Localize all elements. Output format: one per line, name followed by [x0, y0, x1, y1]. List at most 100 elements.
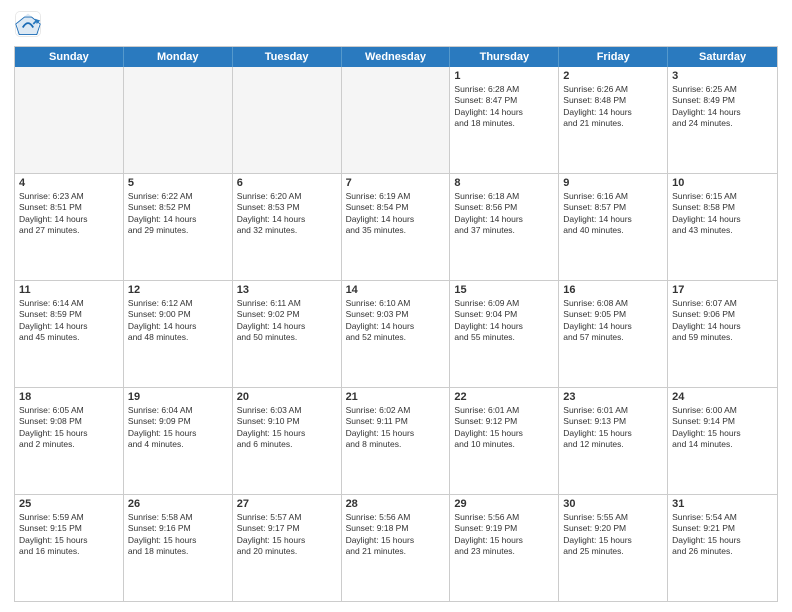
day-info: Sunrise: 5:55 AM Sunset: 9:20 PM Dayligh… [563, 512, 663, 558]
day-number: 16 [563, 284, 663, 296]
cal-cell: 29 Sunrise: 5:56 AM Sunset: 9:19 PM Dayli… [450, 495, 559, 601]
cal-row-4: 18 Sunrise: 6:05 AM Sunset: 9:08 PM Dayli… [15, 388, 777, 495]
day-info: Sunrise: 5:58 AM Sunset: 9:16 PM Dayligh… [128, 512, 228, 558]
day-info: Sunrise: 6:12 AM Sunset: 9:00 PM Dayligh… [128, 298, 228, 344]
cal-cell: 21 Sunrise: 6:02 AM Sunset: 9:11 PM Dayli… [342, 388, 451, 494]
cal-cell: 19Sunrise: 6:04 AM Sunset: 9:09 PM Dayli… [124, 388, 233, 494]
cal-cell: 26 Sunrise: 5:58 AM Sunset: 9:16 PM Dayli… [124, 495, 233, 601]
header-cell-friday: Friday [559, 47, 668, 67]
header-cell-tuesday: Tuesday [233, 47, 342, 67]
day-number: 17 [672, 284, 773, 296]
day-info: Sunrise: 6:10 AM Sunset: 9:03 PM Dayligh… [346, 298, 446, 344]
cal-row-2: 4 Sunrise: 6:23 AM Sunset: 8:51 PM Daylig… [15, 174, 777, 281]
day-number: 26 [128, 498, 228, 510]
day-number: 23 [563, 391, 663, 403]
header [14, 10, 778, 38]
header-cell-sunday: Sunday [15, 47, 124, 67]
cal-cell: 4 Sunrise: 6:23 AM Sunset: 8:51 PM Daylig… [15, 174, 124, 280]
day-info: Sunrise: 6:14 AM Sunset: 8:59 PM Dayligh… [19, 298, 119, 344]
header-cell-thursday: Thursday [450, 47, 559, 67]
day-number: 8 [454, 177, 554, 189]
cal-cell: 7 Sunrise: 6:19 AM Sunset: 8:54 PM Daylig… [342, 174, 451, 280]
cal-cell: 27 Sunrise: 5:57 AM Sunset: 9:17 PM Dayli… [233, 495, 342, 601]
cal-cell: 30 Sunrise: 5:55 AM Sunset: 9:20 PM Dayli… [559, 495, 668, 601]
day-info: Sunrise: 6:09 AM Sunset: 9:04 PM Dayligh… [454, 298, 554, 344]
cal-cell: 28 Sunrise: 5:56 AM Sunset: 9:18 PM Dayli… [342, 495, 451, 601]
day-info: Sunrise: 6:15 AM Sunset: 8:58 PM Dayligh… [672, 191, 773, 237]
cal-cell: 8 Sunrise: 6:18 AM Sunset: 8:56 PM Daylig… [450, 174, 559, 280]
day-number: 12 [128, 284, 228, 296]
day-number: 4 [19, 177, 119, 189]
cal-cell: 2 Sunrise: 6:26 AM Sunset: 8:48 PM Daylig… [559, 67, 668, 173]
cal-cell: 10 Sunrise: 6:15 AM Sunset: 8:58 PM Dayli… [668, 174, 777, 280]
day-number: 5 [128, 177, 228, 189]
day-info: Sunrise: 5:54 AM Sunset: 9:21 PM Dayligh… [672, 512, 773, 558]
day-number: 10 [672, 177, 773, 189]
page: SundayMondayTuesdayWednesdayThursdayFrid… [0, 0, 792, 612]
day-number: 30 [563, 498, 663, 510]
day-number: 3 [672, 70, 773, 82]
day-number: 18 [19, 391, 119, 403]
cal-cell [233, 67, 342, 173]
day-number: 29 [454, 498, 554, 510]
day-number: 9 [563, 177, 663, 189]
day-info: Sunrise: 6:20 AM Sunset: 8:53 PM Dayligh… [237, 191, 337, 237]
cal-cell: 18 Sunrise: 6:05 AM Sunset: 9:08 PM Dayli… [15, 388, 124, 494]
day-info: Sunrise: 6:01 AM Sunset: 9:13 PM Dayligh… [563, 405, 663, 451]
day-info: Sunrise: 6:19 AM Sunset: 8:54 PM Dayligh… [346, 191, 446, 237]
calendar-header: SundayMondayTuesdayWednesdayThursdayFrid… [15, 47, 777, 67]
day-info: Sunrise: 6:28 AM Sunset: 8:47 PM Dayligh… [454, 84, 554, 130]
cal-cell: 23 Sunrise: 6:01 AM Sunset: 9:13 PM Dayli… [559, 388, 668, 494]
day-info: Sunrise: 6:23 AM Sunset: 8:51 PM Dayligh… [19, 191, 119, 237]
day-info: Sunrise: 6:08 AM Sunset: 9:05 PM Dayligh… [563, 298, 663, 344]
day-info: Sunrise: 5:56 AM Sunset: 9:18 PM Dayligh… [346, 512, 446, 558]
day-number: 28 [346, 498, 446, 510]
day-info: Sunrise: 5:57 AM Sunset: 9:17 PM Dayligh… [237, 512, 337, 558]
day-info: Sunrise: 6:22 AM Sunset: 8:52 PM Dayligh… [128, 191, 228, 237]
day-info: Sunrise: 6:05 AM Sunset: 9:08 PM Dayligh… [19, 405, 119, 451]
cal-cell: 25Sunrise: 5:59 AM Sunset: 9:15 PM Dayli… [15, 495, 124, 601]
day-number: 14 [346, 284, 446, 296]
cal-cell: 17 Sunrise: 6:07 AM Sunset: 9:06 PM Dayli… [668, 281, 777, 387]
day-number: 31 [672, 498, 773, 510]
day-info: Sunrise: 6:26 AM Sunset: 8:48 PM Dayligh… [563, 84, 663, 130]
cal-row-5: 25Sunrise: 5:59 AM Sunset: 9:15 PM Dayli… [15, 495, 777, 601]
cal-cell: 24 Sunrise: 6:00 AM Sunset: 9:14 PM Dayli… [668, 388, 777, 494]
cal-cell [342, 67, 451, 173]
day-number: 15 [454, 284, 554, 296]
cal-cell: 22 Sunrise: 6:01 AM Sunset: 9:12 PM Dayli… [450, 388, 559, 494]
day-info: Sunrise: 5:56 AM Sunset: 9:19 PM Dayligh… [454, 512, 554, 558]
cal-cell: 31 Sunrise: 5:54 AM Sunset: 9:21 PM Dayli… [668, 495, 777, 601]
cal-cell: 13Sunrise: 6:11 AM Sunset: 9:02 PM Dayli… [233, 281, 342, 387]
day-info: Sunrise: 6:02 AM Sunset: 9:11 PM Dayligh… [346, 405, 446, 451]
day-info: Sunrise: 5:59 AM Sunset: 9:15 PM Dayligh… [19, 512, 119, 558]
cal-cell: 16 Sunrise: 6:08 AM Sunset: 9:05 PM Dayli… [559, 281, 668, 387]
day-info: Sunrise: 6:07 AM Sunset: 9:06 PM Dayligh… [672, 298, 773, 344]
day-info: Sunrise: 6:11 AM Sunset: 9:02 PM Dayligh… [237, 298, 337, 344]
cal-row-1: 1Sunrise: 6:28 AM Sunset: 8:47 PM Daylig… [15, 67, 777, 174]
day-number: 27 [237, 498, 337, 510]
cal-cell: 12 Sunrise: 6:12 AM Sunset: 9:00 PM Dayli… [124, 281, 233, 387]
day-info: Sunrise: 6:16 AM Sunset: 8:57 PM Dayligh… [563, 191, 663, 237]
day-number: 19 [128, 391, 228, 403]
cal-cell: 9 Sunrise: 6:16 AM Sunset: 8:57 PM Daylig… [559, 174, 668, 280]
day-info: Sunrise: 6:25 AM Sunset: 8:49 PM Dayligh… [672, 84, 773, 130]
day-number: 21 [346, 391, 446, 403]
day-number: 24 [672, 391, 773, 403]
day-number: 7 [346, 177, 446, 189]
day-number: 11 [19, 284, 119, 296]
day-number: 22 [454, 391, 554, 403]
cal-cell: 3 Sunrise: 6:25 AM Sunset: 8:49 PM Daylig… [668, 67, 777, 173]
cal-cell: 1Sunrise: 6:28 AM Sunset: 8:47 PM Daylig… [450, 67, 559, 173]
cal-cell: 15 Sunrise: 6:09 AM Sunset: 9:04 PM Dayli… [450, 281, 559, 387]
day-info: Sunrise: 6:00 AM Sunset: 9:14 PM Dayligh… [672, 405, 773, 451]
cal-cell: 11 Sunrise: 6:14 AM Sunset: 8:59 PM Dayli… [15, 281, 124, 387]
cal-cell: 20Sunrise: 6:03 AM Sunset: 9:10 PM Dayli… [233, 388, 342, 494]
day-info: Sunrise: 6:18 AM Sunset: 8:56 PM Dayligh… [454, 191, 554, 237]
day-number: 2 [563, 70, 663, 82]
day-info: Sunrise: 6:01 AM Sunset: 9:12 PM Dayligh… [454, 405, 554, 451]
cal-cell [15, 67, 124, 173]
cal-cell: 14 Sunrise: 6:10 AM Sunset: 9:03 PM Dayli… [342, 281, 451, 387]
logo-icon [14, 10, 42, 38]
day-number: 6 [237, 177, 337, 189]
